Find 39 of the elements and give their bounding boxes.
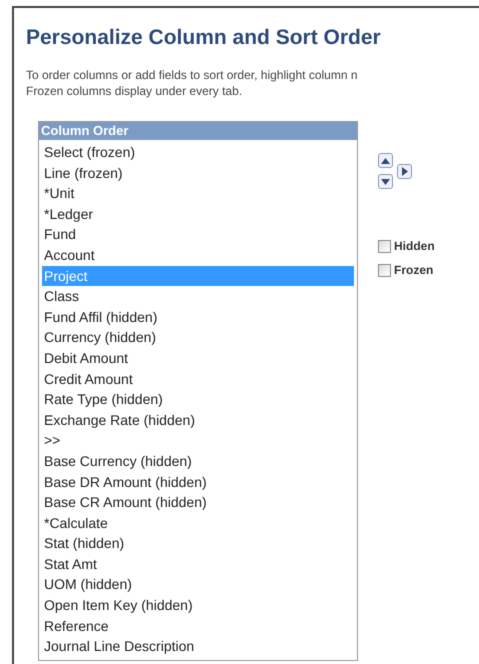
- instruction-text: Frozen columns display under every tab.: [26, 83, 244, 99]
- right-triangle-icon: [402, 166, 408, 176]
- list-item[interactable]: Debit Amount: [42, 348, 354, 369]
- list-item[interactable]: >>: [42, 430, 354, 451]
- list-item[interactable]: Exchange Rate (hidden): [42, 410, 354, 430]
- list-item[interactable]: UOM (hidden): [42, 574, 354, 596]
- list-item[interactable]: Line (frozen): [42, 162, 354, 184]
- list-header: Column Order: [39, 122, 357, 140]
- list-item[interactable]: Base Currency (hidden): [42, 450, 354, 472]
- up-triangle-icon: [381, 158, 390, 164]
- instruction-text: To order columns or add fields to sort order, highlight column n: [26, 67, 359, 83]
- checkbox[interactable]: [378, 264, 391, 276]
- move-right-button[interactable]: [397, 164, 412, 178]
- list-item[interactable]: *Calculate: [42, 512, 354, 534]
- list-item[interactable]: *Ledger: [42, 204, 354, 224]
- list-item[interactable]: Reference: [42, 616, 354, 636]
- move-down-button[interactable]: [378, 174, 393, 189]
- list-item[interactable]: Class: [42, 286, 354, 307]
- list-item[interactable]: Stat Amt: [42, 554, 354, 574]
- column-order-listbox[interactable]: [38, 121, 358, 661]
- page-title: Personalize Column and Sort Order: [26, 26, 382, 50]
- list-item[interactable]: Credit Amount: [42, 368, 354, 390]
- list-item[interactable]: Account: [42, 244, 354, 266]
- list-item[interactable]: Currency (hidden): [42, 327, 354, 348]
- list-item[interactable]: Open Item Key (hidden): [42, 595, 354, 616]
- list-item[interactable]: Stat (hidden): [42, 533, 354, 554]
- list-item[interactable]: Base CR Amount (hidden): [42, 492, 354, 513]
- list-item[interactable]: Select (frozen): [42, 142, 354, 163]
- list-item[interactable]: Fund: [42, 224, 354, 245]
- list-item[interactable]: Rate Type (hidden): [42, 389, 354, 410]
- move-up-button[interactable]: [378, 153, 393, 168]
- list-item[interactable]: *Unit: [42, 183, 354, 204]
- checkbox-label: Frozen: [394, 262, 434, 279]
- checkbox-label: Hidden: [394, 238, 435, 255]
- checkbox[interactable]: [378, 240, 391, 252]
- list-item[interactable]: Journal Line Description: [42, 636, 354, 657]
- down-triangle-icon: [381, 178, 390, 184]
- list-item[interactable]: Base DR Amount (hidden): [42, 472, 354, 492]
- list-item[interactable]: Fund Affil (hidden): [42, 306, 354, 328]
